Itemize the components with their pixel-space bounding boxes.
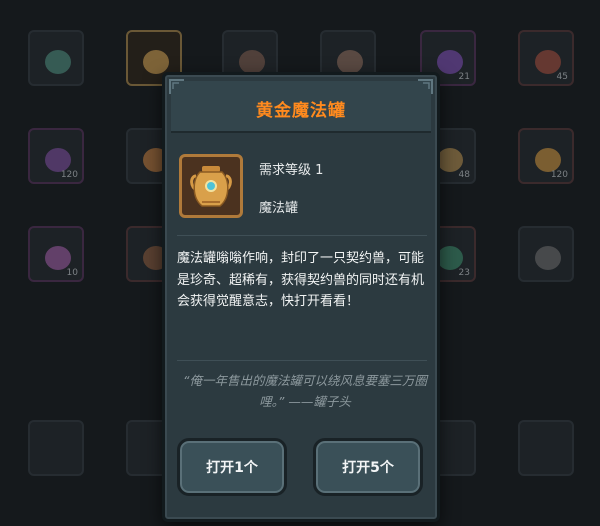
inventory-slot-empty[interactable] bbox=[518, 420, 574, 476]
inventory-slot[interactable]: 45 bbox=[518, 30, 574, 86]
golden-magic-jar-icon bbox=[190, 166, 232, 207]
inventory-slot-empty[interactable] bbox=[28, 420, 84, 476]
required-level: 需求等级 1 bbox=[259, 163, 324, 178]
item-quantity: 21 bbox=[458, 72, 470, 82]
crystal-cluster-icon bbox=[45, 50, 71, 74]
item-quantity: 120 bbox=[60, 170, 78, 180]
item-type: 魔法罐 bbox=[259, 201, 299, 216]
item-icon-frame bbox=[179, 154, 243, 218]
divider bbox=[177, 360, 427, 361]
flavor-text: “俺一年售出的魔法罐可以绕风息要塞三万圈哩。” ——罐子头 bbox=[183, 373, 427, 409]
item-description: 魔法罐嗡嗡作响，封印了一只契约兽，可能是珍奇、超稀有，获得契约兽的同时还有机会获… bbox=[177, 251, 425, 309]
inventory-slot[interactable]: 120 bbox=[28, 128, 84, 184]
inventory-slot[interactable] bbox=[28, 30, 84, 86]
item-detail-dialog: 黄金魔法罐 需求等级 1 魔法罐 魔法罐嗡嗡作响，封印了一只契约兽，可能是珍奇、… bbox=[162, 72, 440, 522]
item-quantity: 23 bbox=[458, 268, 470, 278]
ornament-corner-icon bbox=[417, 79, 433, 95]
open-five-button[interactable]: 打开5个 bbox=[313, 438, 423, 496]
inventory-slot[interactable] bbox=[518, 226, 574, 282]
item-quantity: 10 bbox=[66, 268, 78, 278]
dialog-title: 黄金魔法罐 bbox=[256, 101, 346, 121]
inventory-slot[interactable]: 10 bbox=[28, 226, 84, 282]
open-one-button[interactable]: 打开1个 bbox=[177, 438, 287, 496]
dialog-header: 黄金魔法罐 bbox=[169, 79, 433, 133]
rock-icon bbox=[535, 246, 561, 270]
item-quantity: 45 bbox=[556, 72, 568, 82]
inventory-slot[interactable]: 120 bbox=[518, 128, 574, 184]
item-quantity: 120 bbox=[550, 170, 568, 180]
ornament-corner-icon bbox=[169, 79, 185, 95]
divider bbox=[177, 235, 427, 236]
item-quantity: 48 bbox=[458, 170, 470, 180]
